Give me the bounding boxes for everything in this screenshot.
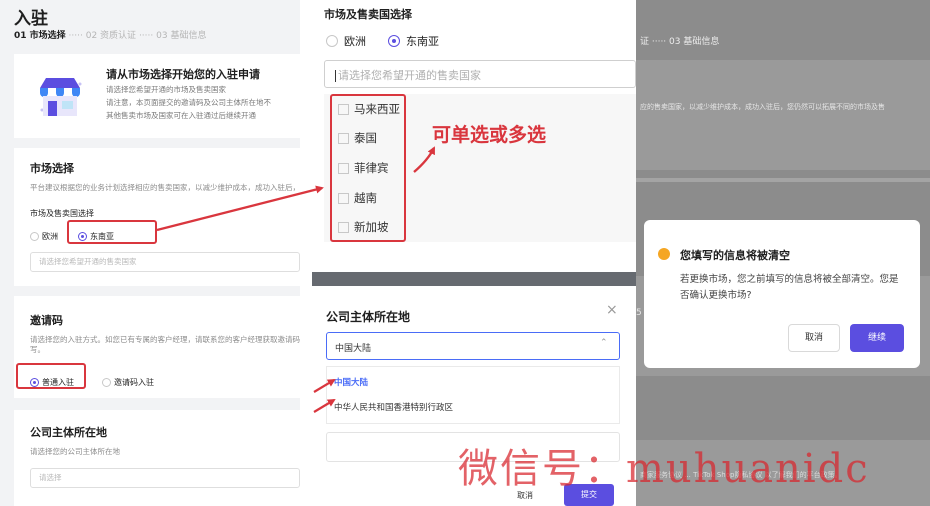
radio-label: 欧洲 (42, 232, 58, 241)
invite-section-title: 邀请码 (30, 314, 63, 327)
chevron-up-icon[interactable]: ⌃ (600, 338, 608, 348)
invite-description: 写。 (30, 345, 45, 354)
intro-title: 请从市场选择开始您的入驻申请 (106, 68, 260, 81)
highlight-box (330, 94, 406, 242)
intro-line: 其他售卖市场及国家可在入驻通过后继续开通 (106, 111, 256, 120)
step-3[interactable]: 03 基础信息 (156, 31, 206, 41)
company-card: 公司主体所在地 请选择您的公司主体所在地 请选择 (14, 410, 300, 506)
dimmed-description: 应的售卖国家，以减少维护成本，成功入驻后，您仍然可以拓展不同的市场及售 (640, 103, 885, 111)
company-location-options (326, 366, 620, 424)
right-panel-confirm-dialog: 证 ····· 03 基础信息 应的售卖国家，以减少维护成本，成功入驻后，您仍然… (636, 0, 930, 506)
company-location-select[interactable]: 中国大陆 (326, 332, 620, 360)
radio-label: 东南亚 (406, 34, 439, 48)
dimmed-mark: 5 (636, 308, 642, 318)
store-icon (40, 78, 82, 116)
close-icon[interactable]: × (606, 302, 618, 318)
warning-icon (658, 248, 670, 260)
company-description: 请选择您的公司主体所在地 (30, 447, 120, 456)
invite-description: 请选择您的入驻方式。如您已有专属的客户经理，请联系您的客户经理获取邀请码 (30, 335, 300, 344)
highlight-box (67, 220, 157, 244)
step-separator: ····· (138, 31, 154, 41)
radio-label: 邀请码入驻 (114, 378, 154, 387)
watermark: 微信号：muhuanidc (458, 446, 870, 492)
step-indicator: 01 市场选择 ····· 02 资质认证 ····· 03 基础信息 (14, 28, 206, 41)
radio-circle[interactable] (326, 34, 338, 47)
page-title: 入驻 (14, 9, 48, 29)
dialog-cancel-button[interactable]: 取消 (788, 324, 840, 352)
radio-europe[interactable]: 欧洲 (30, 226, 58, 245)
intro-line: 请注意，本页面提交的邀请码及公司主体所在地不 (106, 98, 271, 107)
market-select-title: 市场及售卖国选择 (324, 8, 412, 21)
company-location-input[interactable]: 请选择 (30, 468, 300, 488)
option-mainland-china[interactable]: 中国大陆 (334, 376, 368, 388)
company-location-title: 公司主体所在地 (326, 310, 411, 324)
text-cursor (335, 70, 336, 82)
input-placeholder: 请选择您希望开通的售卖国家 (338, 69, 481, 82)
dialog-message: 若更换市场，您之前填写的信息将被全部清空。您是否确认更换市场? (680, 274, 899, 301)
highlight-box (16, 363, 86, 389)
intro-line: 请选择您希望开通的市场及售卖国家 (106, 85, 226, 94)
step-indicator-dimmed: 证 ····· 03 基础信息 (640, 37, 720, 47)
dimmed-market-card: 应的售卖国家，以减少维护成本，成功入驻后，您仍然可以拓展不同的市场及售 (636, 60, 930, 170)
panel-divider (312, 272, 636, 286)
intro-card: 请从市场选择开始您的入驻申请 请选择您希望开通的市场及售卖国家 请注意，本页面提… (14, 54, 300, 138)
step-1[interactable]: 01 市场选择 (14, 31, 66, 41)
radio-label: 欧洲 (344, 34, 366, 48)
radio-europe[interactable]: 欧洲 (326, 30, 366, 49)
dialog-title: 您填写的信息将被清空 (680, 249, 790, 262)
market-card: 市场选择 平台建议根据您的业务计划选择相应的售卖国家，以减少维护成本，成功入驻后… (14, 148, 300, 286)
middle-panel-market-dropdown: 市场及售卖国选择 欧洲 东南亚 请选择您希望开通的售卖国家 马来西亚 泰国 菲律… (312, 0, 636, 506)
radio-southeast-asia[interactable]: 东南亚 (388, 30, 439, 49)
option-hong-kong[interactable]: 中华人民共和国香港特别行政区 (334, 401, 453, 413)
market-field-label: 市场及售卖国选择 (30, 209, 94, 218)
market-section-title: 市场选择 (30, 162, 74, 175)
country-search-input[interactable]: 请选择您希望开通的售卖国家 (324, 60, 636, 88)
radio-circle[interactable] (30, 232, 39, 241)
dimmed-divider (636, 178, 930, 182)
annotation-text: 可单选或多选 (432, 124, 547, 146)
country-select-input[interactable]: 请选择您希望开通的售卖国家 (30, 252, 300, 272)
radio-circle-selected[interactable] (388, 34, 400, 47)
dialog-continue-button[interactable]: 继续 (850, 324, 904, 352)
market-description: 平台建议根据您的业务计划选择相应的售卖国家，以减少维护成本，成功入驻后， (30, 183, 300, 192)
step-separator: ····· (68, 31, 83, 41)
radio-circle[interactable] (102, 378, 111, 387)
step-2[interactable]: 02 资质认证 (86, 31, 136, 41)
company-section-title: 公司主体所在地 (30, 426, 107, 439)
radio-invite-code-entry[interactable]: 邀请码入驻 (102, 372, 154, 391)
left-panel-enrollment-form: 入驻 01 市场选择 ····· 02 资质认证 ····· 03 基础信息 请… (0, 0, 300, 506)
